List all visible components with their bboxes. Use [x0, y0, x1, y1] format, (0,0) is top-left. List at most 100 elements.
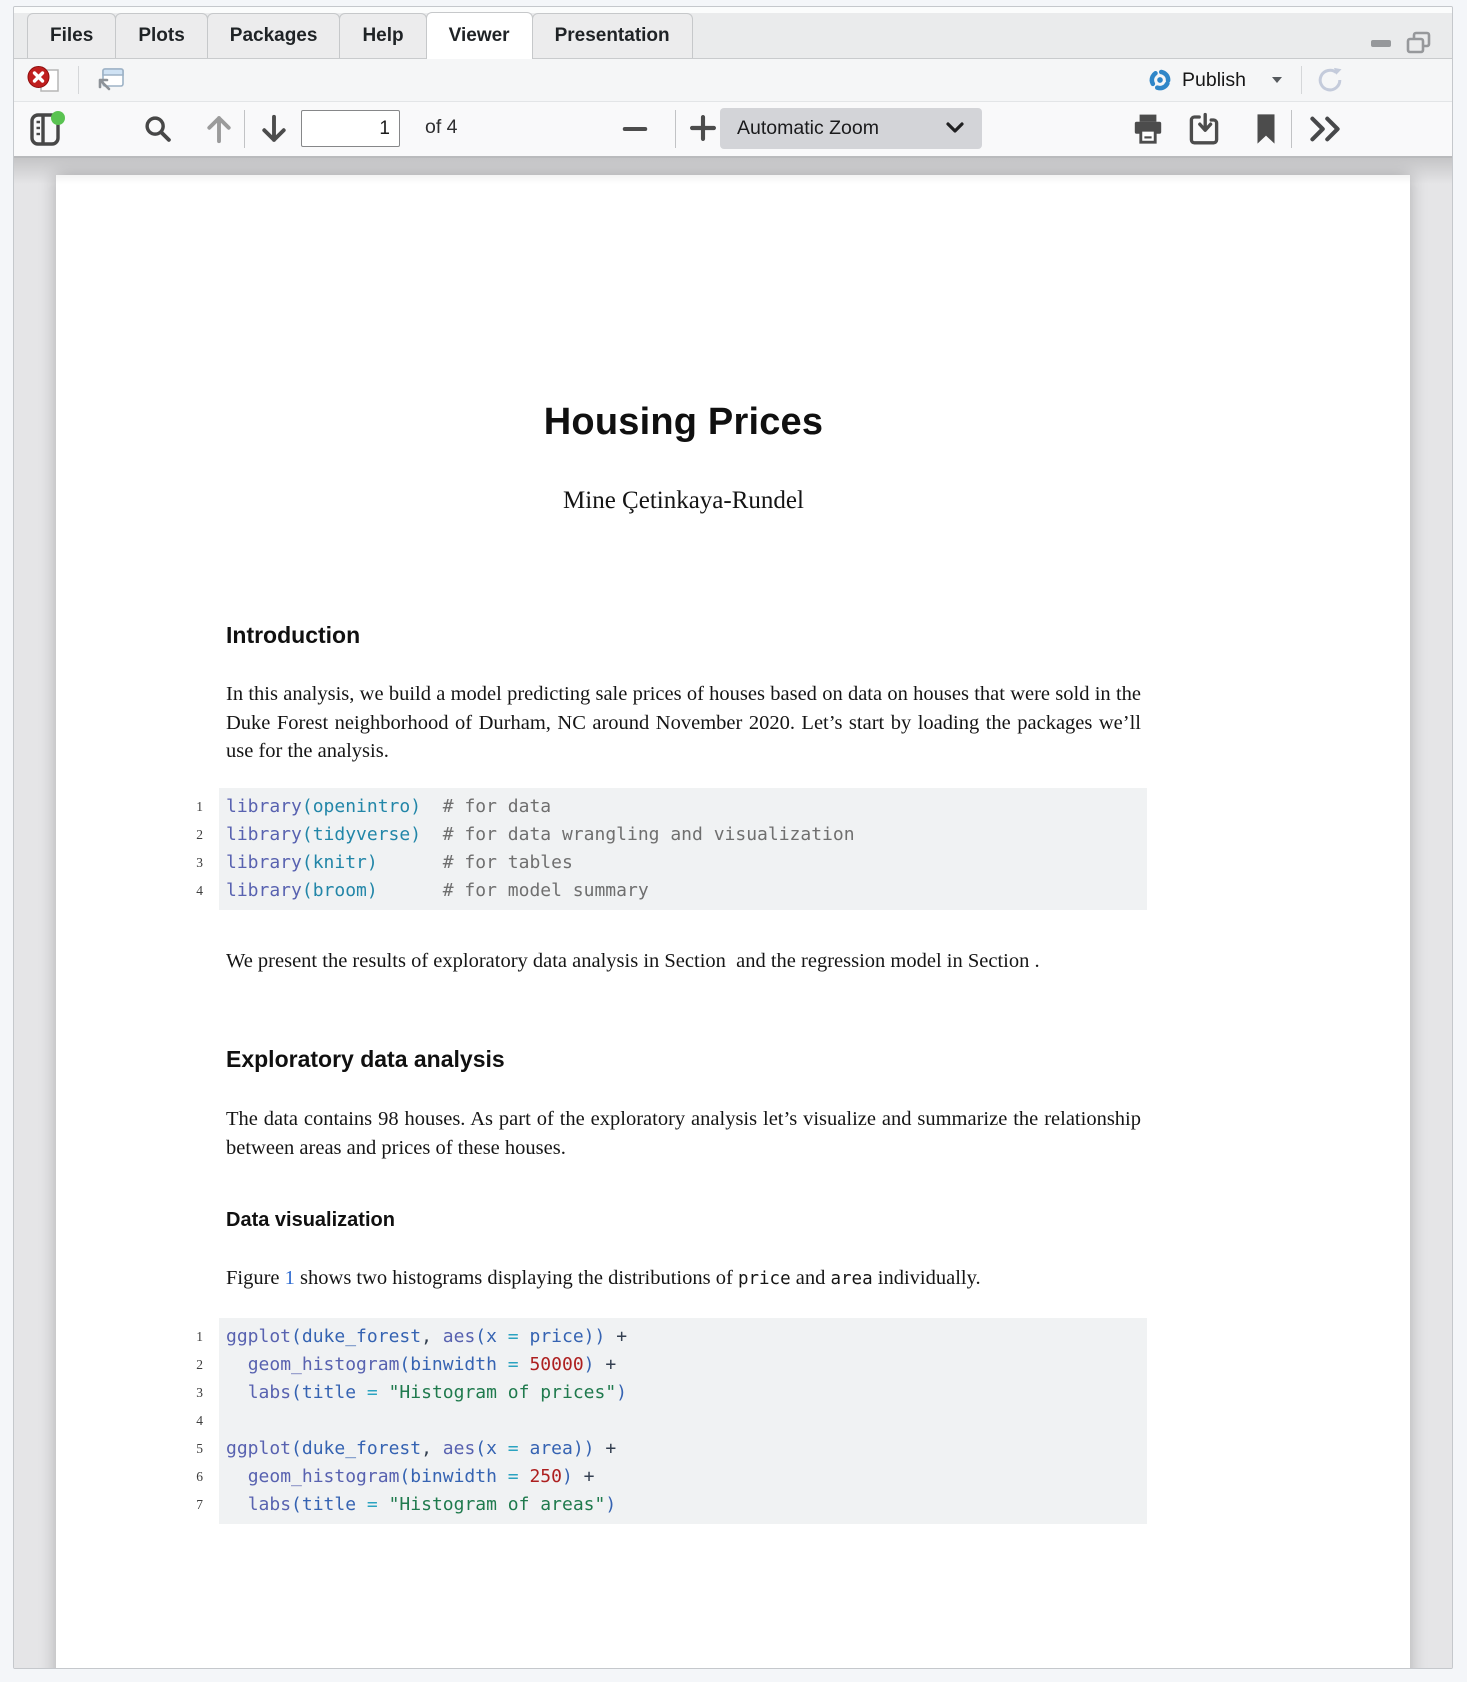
- zoom-select-label: Automatic Zoom: [737, 117, 879, 140]
- publish-button[interactable]: Publish: [1147, 67, 1246, 93]
- code-token: +: [573, 1466, 595, 1487]
- line-number: 3: [151, 849, 219, 877]
- tab-presentation[interactable]: Presentation: [532, 13, 693, 58]
- code-line: library(openintro) # for data: [219, 788, 1147, 821]
- code-token: "Histogram of areas": [389, 1494, 606, 1515]
- arrow-up-icon: [202, 112, 236, 146]
- tab-label: Viewer: [449, 25, 510, 47]
- pane-tab-bar: Files PlotsPackages Help Viewer Presentation: [14, 7, 1452, 59]
- code-token: =: [367, 1382, 389, 1403]
- code-token: [378, 880, 443, 901]
- code-token: =: [508, 1326, 530, 1347]
- code-token: ): [562, 1466, 573, 1487]
- paragraph-present: We present the results of exploratory da…: [226, 947, 1141, 976]
- more-tools-button[interactable]: [1305, 113, 1345, 148]
- code-row: 5ggplot(duke_forest, aes(x = area)) +: [151, 1435, 1147, 1463]
- toolbar-separator: [78, 66, 79, 94]
- section-heading-eda: Exploratory data analysis: [226, 1046, 1141, 1073]
- code-token: ggplot: [226, 1438, 291, 1459]
- toolbar-separator: [1291, 110, 1292, 148]
- line-number: 1: [151, 788, 219, 821]
- paragraph-figure: Figure 1 shows two histograms displaying…: [226, 1264, 1141, 1294]
- clear-viewer-button[interactable]: [26, 63, 64, 100]
- chevron-down-icon: [946, 122, 964, 134]
- pdf-viewer-area[interactable]: Housing Prices Mine Çetinkaya-Rundel Int…: [14, 158, 1452, 1668]
- code-row: 2 geom_histogram(binwidth = 50000) +: [151, 1351, 1147, 1379]
- code-token: =: [508, 1466, 530, 1487]
- line-number: 2: [151, 821, 219, 849]
- refresh-button[interactable]: [1315, 65, 1345, 98]
- tab-label: Presentation: [555, 25, 670, 47]
- line-number: 5: [151, 1435, 219, 1463]
- tab-label: Help: [362, 25, 403, 47]
- code-token: =: [508, 1354, 530, 1375]
- code-token: "Histogram of prices": [389, 1382, 617, 1403]
- line-number: 7: [151, 1491, 219, 1524]
- code-token: (duke_forest: [291, 1326, 421, 1347]
- code-token: ,: [421, 1438, 443, 1459]
- tab-help[interactable]: Help: [339, 13, 426, 58]
- code-line: labs(title = "Histogram of areas"): [219, 1491, 1147, 1524]
- code-row: 3 labs(title = "Histogram of prices"): [151, 1379, 1147, 1407]
- figure-sentence-mid2: and: [791, 1267, 831, 1289]
- code-token: (x: [475, 1438, 508, 1459]
- figure-sentence-post: individually.: [873, 1267, 981, 1289]
- code-token: (title: [291, 1382, 367, 1403]
- page-number-input[interactable]: [301, 110, 400, 147]
- code-block-libraries: 1library(openintro) # for data2library(t…: [151, 788, 1147, 910]
- arrow-down-icon: [257, 112, 291, 146]
- print-button[interactable]: [1130, 111, 1166, 150]
- code-token: =: [508, 1438, 530, 1459]
- search-button[interactable]: [142, 113, 174, 148]
- code-token: (binwidth: [399, 1354, 507, 1375]
- code-token: labs: [248, 1494, 291, 1515]
- code-token: [421, 796, 443, 817]
- tab-label: Files: [50, 25, 93, 47]
- tab-list: Files PlotsPackages Help Viewer Presentation: [14, 7, 1452, 58]
- figure-link[interactable]: 1: [285, 1267, 295, 1289]
- code-token: ): [584, 1354, 595, 1375]
- minimize-icon[interactable]: [1370, 38, 1392, 48]
- page-count-label: of 4: [425, 116, 458, 139]
- tab-viewer[interactable]: Viewer: [426, 12, 533, 59]
- page-up-button[interactable]: [202, 112, 236, 149]
- code-token: (x: [475, 1326, 508, 1347]
- code-token: =: [367, 1494, 389, 1515]
- line-number: 3: [151, 1379, 219, 1407]
- rstudio-window: Files PlotsPackages Help Viewer Presentation: [0, 0, 1467, 1682]
- code-token: ,: [421, 1326, 443, 1347]
- bookmark-button[interactable]: [1251, 112, 1281, 149]
- maximize-icon[interactable]: [1406, 31, 1432, 55]
- code-token: # for tables: [443, 852, 573, 873]
- code-token: aes: [443, 1326, 476, 1347]
- tab-files[interactable]: Files: [27, 13, 116, 58]
- pdf-toolbar: of 4 Automatic Zoom: [14, 102, 1452, 158]
- zoom-in-button[interactable]: [686, 112, 720, 147]
- zoom-select[interactable]: Automatic Zoom: [720, 108, 982, 149]
- code-token: 250: [529, 1466, 562, 1487]
- code-line: library(broom) # for model summary: [219, 877, 1147, 910]
- publish-menu-caret[interactable]: [1272, 77, 1282, 83]
- code-token: library: [226, 824, 302, 845]
- pdf-page: Housing Prices Mine Çetinkaya-Rundel Int…: [56, 175, 1410, 1668]
- page-down-button[interactable]: [257, 112, 291, 149]
- download-button[interactable]: [1186, 111, 1222, 150]
- publish-icon: [1147, 67, 1173, 93]
- code-token: (knitr): [302, 852, 378, 873]
- code-token: aes: [443, 1438, 476, 1459]
- code-line: geom_histogram(binwidth = 250) +: [219, 1463, 1147, 1491]
- code-token: geom_histogram: [248, 1466, 400, 1487]
- tab-packages[interactable]: Packages: [207, 13, 341, 58]
- code-row: 3library(knitr) # for tables: [151, 849, 1147, 877]
- minus-icon: [619, 114, 651, 144]
- paragraph-eda: The data contains 98 houses. As part of …: [226, 1105, 1141, 1162]
- code-token: +: [595, 1354, 617, 1375]
- open-new-window-button[interactable]: [94, 66, 126, 97]
- tab-plots[interactable]: Plots: [115, 13, 207, 58]
- code-token: library: [226, 880, 302, 901]
- sidebar-toggle-button[interactable]: [27, 109, 67, 152]
- viewer-pane: Files PlotsPackages Help Viewer Presentation: [13, 6, 1453, 1669]
- inline-code-area: area: [830, 1269, 872, 1289]
- search-icon: [142, 113, 174, 145]
- zoom-out-button[interactable]: [619, 114, 651, 147]
